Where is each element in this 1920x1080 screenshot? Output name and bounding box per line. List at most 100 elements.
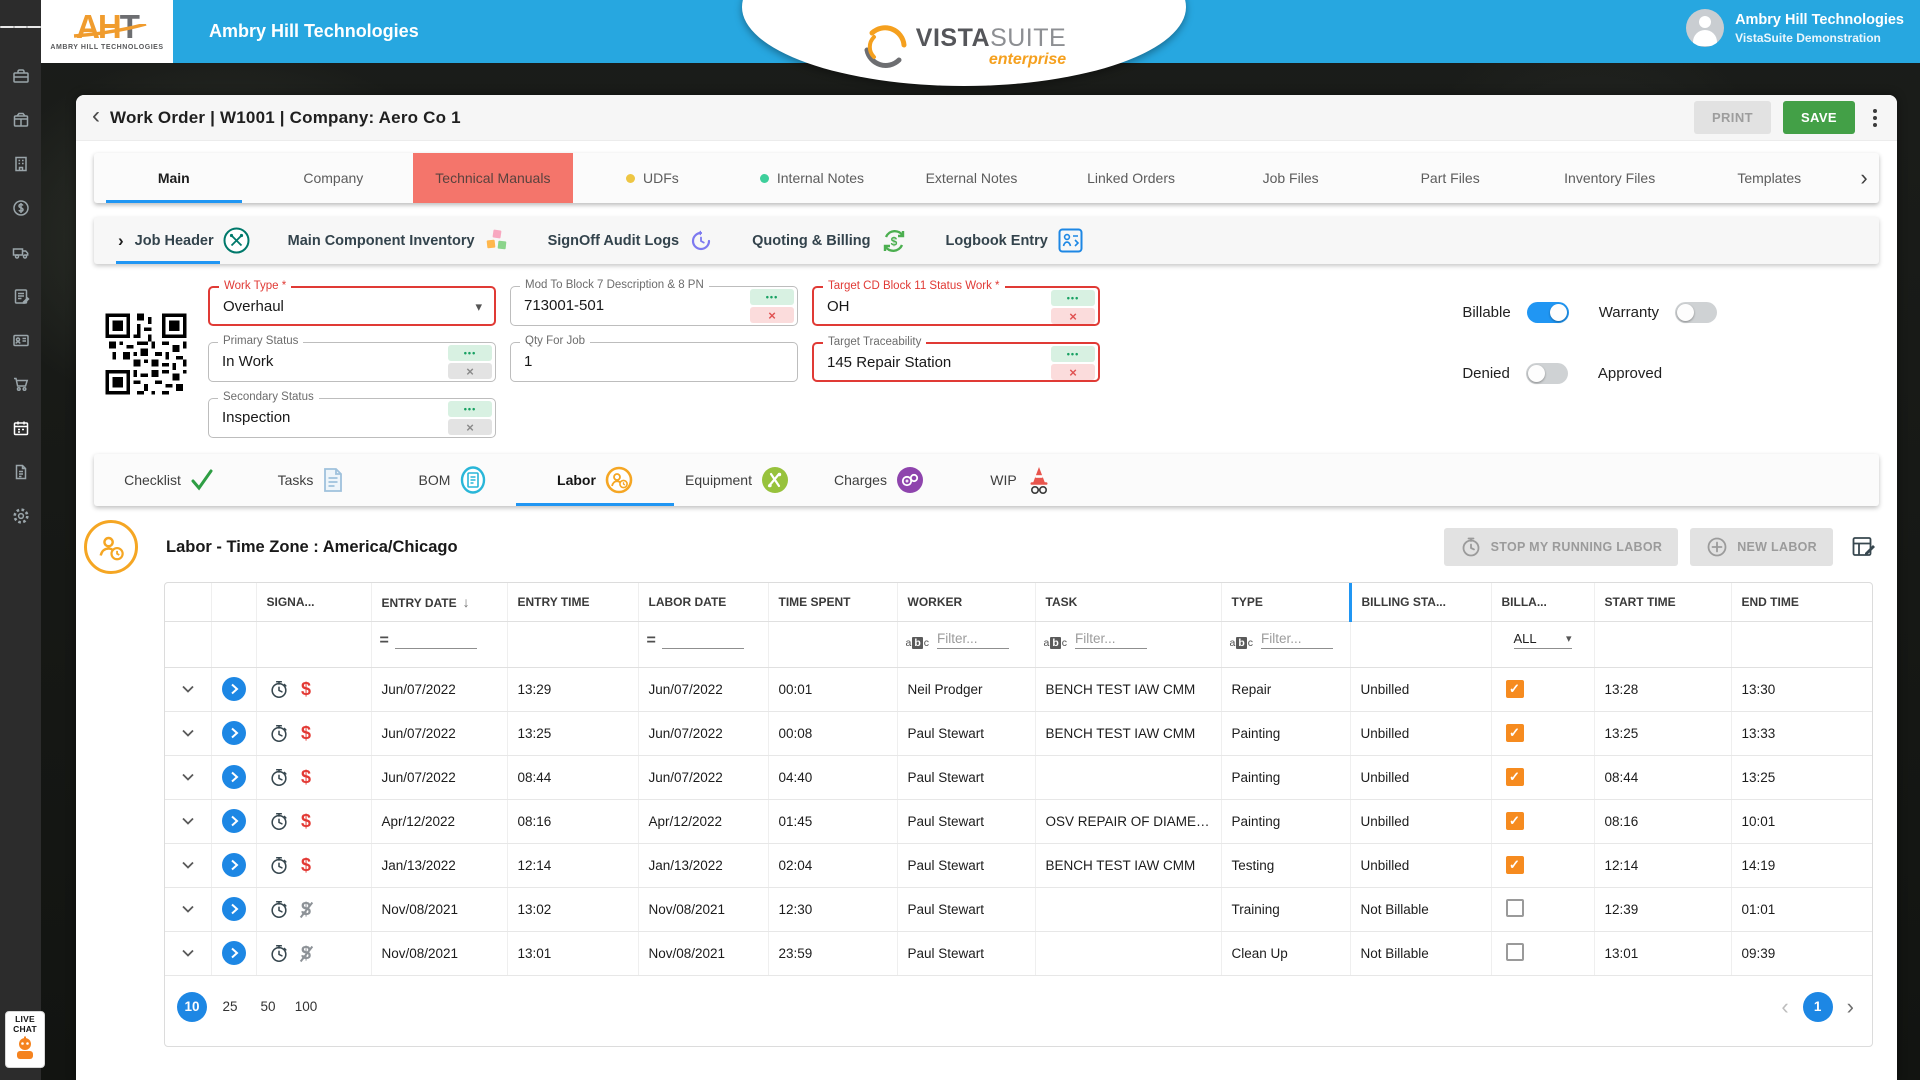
tab-equipment[interactable]: Equipment bbox=[666, 454, 808, 506]
work-type-field[interactable]: Work Type * Overhaul ▾ bbox=[208, 280, 496, 326]
remove-button[interactable]: × bbox=[1051, 364, 1095, 380]
qty-for-job-field[interactable]: Qty For Job 1 bbox=[510, 335, 798, 382]
next-page-icon[interactable]: › bbox=[1847, 995, 1854, 1018]
task-filter-input[interactable]: Filter... bbox=[1075, 631, 1148, 649]
open-row-button[interactable] bbox=[221, 853, 246, 877]
remove-button[interactable]: × bbox=[750, 307, 794, 323]
expand-row-icon[interactable] bbox=[181, 860, 195, 870]
more-options-button[interactable]: ••• bbox=[1051, 346, 1095, 362]
col-entry-time[interactable]: ENTRY TIME bbox=[507, 583, 639, 622]
table-row[interactable]: Jun/07/2022 08:44 Jun/07/2022 04:40 Paul… bbox=[165, 755, 1872, 800]
table-row[interactable]: Jan/13/2022 12:14 Jan/13/2022 02:04 Paul… bbox=[165, 843, 1872, 888]
finance-dollar-icon[interactable] bbox=[0, 186, 41, 230]
subtab-signoff-audit-logs[interactable]: SignOff Audit Logs bbox=[548, 217, 715, 264]
edit-grid-icon[interactable] bbox=[1851, 534, 1877, 560]
col-entry-date[interactable]: ENTRY DATE ↓ bbox=[371, 583, 508, 622]
tab-checklist[interactable]: Checklist bbox=[98, 454, 240, 506]
primary-status-field[interactable]: Primary Status In Work ••• × bbox=[208, 335, 496, 382]
mod-to-block-field[interactable]: Mod To Block 7 Description & 8 PN 713001… bbox=[510, 279, 798, 326]
table-row[interactable]: Apr/12/2022 08:16 Apr/12/2022 01:45 Paul… bbox=[165, 799, 1872, 844]
target-traceability-field[interactable]: Target Traceability 145 Repair Station •… bbox=[812, 336, 1100, 382]
more-options-button[interactable]: ••• bbox=[1051, 290, 1095, 306]
tab-company[interactable]: Company bbox=[254, 153, 414, 203]
expand-row-icon[interactable] bbox=[181, 772, 195, 782]
col-type[interactable]: TYPE bbox=[1221, 583, 1351, 622]
tab-overflow-chevron-icon[interactable]: › bbox=[1849, 153, 1879, 203]
clear-button[interactable]: × bbox=[448, 363, 492, 379]
billable-checkbox[interactable] bbox=[1505, 768, 1524, 786]
tab-inventory-files[interactable]: Inventory Files bbox=[1530, 153, 1690, 203]
expand-row-icon[interactable] bbox=[181, 684, 195, 694]
table-row[interactable]: Nov/08/2021 13:01 Nov/08/2021 23:59 Paul… bbox=[165, 931, 1872, 976]
type-filter-input[interactable]: Filter... bbox=[1261, 631, 1334, 649]
menu-icon[interactable] bbox=[0, 0, 42, 54]
customers-idcard-icon[interactable] bbox=[0, 318, 41, 362]
subtab-quoting-billing[interactable]: Quoting & Billing $ bbox=[752, 217, 907, 264]
col-start-time[interactable]: START TIME bbox=[1594, 583, 1732, 622]
tab-linked-orders[interactable]: Linked Orders bbox=[1051, 153, 1211, 203]
tab-labor[interactable]: Labor bbox=[516, 454, 674, 506]
current-page[interactable]: 1 bbox=[1802, 991, 1833, 1022]
dropdown-caret-icon[interactable]: ▾ bbox=[475, 288, 482, 326]
col-billing-status[interactable]: BILLING STA... bbox=[1348, 583, 1492, 622]
tab-internal-notes[interactable]: Internal Notes bbox=[732, 153, 892, 203]
text-filter-abc-icon[interactable]: abc bbox=[1230, 636, 1253, 649]
denied-approved-toggle[interactable] bbox=[1525, 363, 1568, 384]
user-block[interactable]: Ambry Hill Technologies VistaSuite Demon… bbox=[1686, 9, 1904, 47]
expand-row-icon[interactable] bbox=[181, 816, 195, 826]
page-size-10[interactable]: 10 bbox=[177, 991, 207, 1022]
open-row-button[interactable] bbox=[221, 765, 246, 789]
expand-row-icon[interactable] bbox=[181, 904, 195, 914]
col-signature[interactable]: SIGNA... bbox=[256, 583, 372, 622]
billable-checkbox[interactable] bbox=[1505, 856, 1524, 874]
shipping-truck-icon[interactable] bbox=[0, 230, 41, 274]
col-time-spent[interactable]: TIME SPENT bbox=[768, 583, 898, 622]
print-button[interactable]: PRINT bbox=[1693, 101, 1771, 134]
aht-logo[interactable]: AHT AMBRY HILL TECHNOLOGIES bbox=[41, 0, 173, 63]
clear-button[interactable]: × bbox=[448, 419, 492, 435]
open-row-button[interactable] bbox=[221, 941, 246, 965]
open-row-button[interactable] bbox=[221, 677, 246, 701]
tab-charges[interactable]: Charges bbox=[808, 454, 950, 506]
more-options-button[interactable]: ••• bbox=[448, 345, 492, 361]
overflow-menu-icon[interactable] bbox=[1867, 107, 1883, 129]
secondary-status-field[interactable]: Secondary Status Inspection ••• × bbox=[208, 391, 496, 438]
prev-page-icon[interactable]: ‹ bbox=[1781, 995, 1788, 1018]
back-icon[interactable]: ‹ bbox=[92, 102, 100, 130]
tab-templates[interactable]: Templates bbox=[1689, 153, 1849, 203]
work-orders-calendar-icon[interactable] bbox=[0, 406, 41, 450]
billable-checkbox[interactable] bbox=[1505, 680, 1524, 698]
billable-toggle[interactable] bbox=[1526, 302, 1569, 323]
save-button[interactable]: SAVE bbox=[1782, 101, 1855, 134]
open-row-button[interactable] bbox=[221, 809, 246, 833]
tab-udfs[interactable]: UDFs bbox=[573, 153, 733, 203]
page-size-25[interactable]: 25 bbox=[215, 992, 245, 1022]
table-row[interactable]: Jun/07/2022 13:29 Jun/07/2022 00:01 Neil… bbox=[165, 667, 1872, 712]
open-row-button[interactable] bbox=[221, 897, 246, 921]
equals-filter-icon[interactable]: = bbox=[380, 633, 389, 649]
tab-external-notes[interactable]: External Notes bbox=[892, 153, 1052, 203]
billable-checkbox[interactable] bbox=[1505, 724, 1524, 742]
entry-date-filter-input[interactable] bbox=[394, 631, 477, 649]
subtab-job-header[interactable]: › Job Header bbox=[116, 217, 250, 264]
page-size-100[interactable]: 100 bbox=[291, 992, 321, 1022]
tab-tasks[interactable]: Tasks bbox=[240, 454, 382, 506]
tab-bom[interactable]: BOM bbox=[382, 454, 524, 506]
tab-wip[interactable]: WIP bbox=[950, 454, 1092, 506]
text-filter-abc-icon[interactable]: abc bbox=[1044, 636, 1067, 649]
subtab-main-component-inventory[interactable]: Main Component Inventory bbox=[288, 217, 510, 264]
col-task[interactable]: TASK bbox=[1035, 583, 1222, 622]
purchasing-cart-icon[interactable] bbox=[0, 362, 41, 406]
warranty-toggle[interactable] bbox=[1675, 302, 1717, 323]
billable-checkbox[interactable] bbox=[1505, 942, 1524, 961]
settings-gear-icon[interactable] bbox=[0, 494, 41, 538]
col-worker[interactable]: WORKER bbox=[897, 583, 1036, 622]
billable-checkbox[interactable] bbox=[1505, 898, 1524, 917]
work-scope-clipboard-icon[interactable] bbox=[0, 274, 41, 318]
jobs-briefcase-icon[interactable] bbox=[0, 54, 41, 98]
more-options-button[interactable]: ••• bbox=[448, 401, 492, 417]
remove-button[interactable]: × bbox=[1051, 308, 1095, 324]
col-labor-date[interactable]: LABOR DATE bbox=[638, 583, 769, 622]
more-options-button[interactable]: ••• bbox=[750, 289, 794, 305]
col-billable[interactable]: BILLA... bbox=[1491, 583, 1595, 622]
